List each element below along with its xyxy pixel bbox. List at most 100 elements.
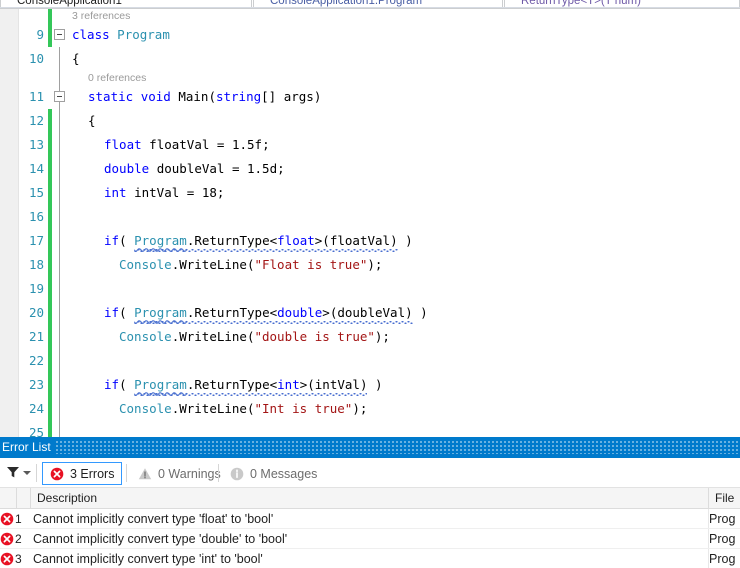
- warning-icon: [138, 467, 152, 481]
- line-number: 13: [28, 137, 44, 152]
- code-text: if( Program.ReturnType<float>(floatVal) …: [104, 229, 413, 253]
- change-bar: [48, 133, 52, 157]
- outline-guide: [59, 133, 60, 157]
- table-row[interactable]: 3 Cannot implicitly convert type 'int' t…: [0, 549, 740, 568]
- code-text: double doubleVal = 1.5d;: [104, 161, 285, 176]
- column-header-number[interactable]: [17, 488, 31, 509]
- warnings-filter-button[interactable]: 0 Warnings: [131, 462, 228, 485]
- error-list-toolbar: 3 Errors 0 Warnings 0 Messages: [0, 458, 740, 488]
- change-bar: [48, 85, 52, 109]
- table-row[interactable]: 1 Cannot implicitly convert type 'float'…: [0, 509, 740, 529]
- error-icon: [0, 512, 14, 526]
- codelens-main-references[interactable]: 0 references: [88, 71, 146, 85]
- line-number: 22: [28, 353, 44, 368]
- outline-guide: [59, 47, 60, 71]
- line-number: 23: [28, 377, 44, 392]
- code-line[interactable]: 14 double doubleVal = 1.5d;: [0, 157, 740, 181]
- line-number: 16: [28, 209, 44, 224]
- code-line[interactable]: 23 if( Program.ReturnType<int>(intVal) ): [0, 373, 740, 397]
- outline-guide: [59, 71, 60, 85]
- filter-dropdown-arrow-icon[interactable]: [23, 471, 31, 475]
- code-line[interactable]: 13 float floatVal = 1.5f;: [0, 133, 740, 157]
- codelens-class-references[interactable]: 3 references: [72, 9, 130, 23]
- visual-studio-window: ConsoleApplication1 ConsoleApplication1.…: [0, 0, 740, 568]
- outline-guide: [59, 397, 60, 421]
- panel-drag-grip[interactable]: [56, 441, 738, 454]
- messages-filter-button[interactable]: 0 Messages: [223, 462, 324, 485]
- code-text: static void Main(string[] args): [88, 89, 322, 104]
- code-line[interactable]: 12 {: [0, 109, 740, 133]
- line-number: 19: [28, 281, 44, 296]
- line-number: 17: [28, 233, 44, 248]
- line-number: 18: [28, 257, 44, 272]
- change-bar: [48, 397, 52, 421]
- table-row[interactable]: 2 Cannot implicitly convert type 'double…: [0, 529, 740, 549]
- code-line[interactable]: 25: [0, 421, 740, 437]
- error-row-description: Cannot implicitly convert type 'int' to …: [33, 552, 263, 566]
- outline-guide: [59, 205, 60, 229]
- change-bar: [48, 181, 52, 205]
- change-bar: [48, 253, 52, 277]
- code-line[interactable]: 22: [0, 349, 740, 373]
- code-text: if( Program.ReturnType<double>(doubleVal…: [104, 301, 428, 325]
- column-header-description[interactable]: Description: [31, 488, 709, 509]
- change-bar: [48, 157, 52, 181]
- errors-filter-button[interactable]: 3 Errors: [42, 462, 123, 485]
- error-row-description: Cannot implicitly convert type 'double' …: [33, 532, 288, 546]
- code-text: float floatVal = 1.5f;: [104, 137, 270, 152]
- filter-icon[interactable]: [6, 465, 20, 479]
- error-row-description: Cannot implicitly convert type 'float' t…: [33, 512, 274, 526]
- code-line[interactable]: 10 {: [0, 47, 740, 71]
- outline-guide: [59, 229, 60, 253]
- toolbar-separator: [36, 464, 37, 482]
- outline-guide: [59, 253, 60, 277]
- code-text: {: [88, 113, 96, 128]
- change-bar: [48, 373, 52, 397]
- change-bar: [48, 9, 52, 23]
- error-row-file: Prog: [709, 532, 736, 546]
- change-bar: [48, 349, 52, 373]
- code-line[interactable]: 17 if( Program.ReturnType<float>(floatVa…: [0, 229, 740, 253]
- project-icon: [5, 0, 14, 5]
- column-header-icon[interactable]: [0, 488, 17, 509]
- change-bar: [48, 229, 52, 253]
- code-text: Console.WriteLine("double is true");: [119, 329, 390, 344]
- column-header-file[interactable]: File: [709, 488, 740, 509]
- code-editor[interactable]: 3 references 9 class Program 10 {0 refe…: [0, 9, 740, 437]
- line-number: 12: [28, 113, 44, 128]
- outline-guide: [59, 9, 60, 23]
- code-line[interactable]: 16: [0, 205, 740, 229]
- code-line[interactable]: 24 Console.WriteLine("Int is true");: [0, 397, 740, 421]
- error-list-title-bar[interactable]: Error List: [0, 437, 740, 458]
- line-number: 11: [28, 89, 44, 104]
- line-number: 24: [28, 401, 44, 416]
- navbar-member-label: ReturnType<T>(T num): [521, 0, 641, 7]
- error-icon: [50, 467, 64, 481]
- error-list-title: Error List: [2, 440, 51, 454]
- code-line[interactable]: 19: [0, 277, 740, 301]
- navbar-class-label: ConsoleApplication1.Program: [270, 0, 423, 7]
- line-number: 9: [36, 27, 44, 42]
- code-line[interactable]: 9 class Program: [0, 23, 740, 47]
- method-icon: [509, 0, 518, 5]
- error-row-file: Prog: [709, 512, 736, 526]
- code-line[interactable]: 11 static void Main(string[] args): [0, 85, 740, 109]
- class-icon: [258, 0, 267, 5]
- outline-guide: [59, 373, 60, 397]
- error-icon: [0, 532, 14, 546]
- code-line[interactable]: 15 int intVal = 18;: [0, 181, 740, 205]
- codelens-row: 3 references: [0, 9, 740, 23]
- change-bar: [48, 71, 52, 85]
- code-line[interactable]: 18 Console.WriteLine("Float is true");: [0, 253, 740, 277]
- error-row-number: 1: [15, 512, 22, 526]
- change-bar: [48, 277, 52, 301]
- toolbar-separator: [126, 464, 127, 482]
- code-line[interactable]: 20 if( Program.ReturnType<double>(double…: [0, 301, 740, 325]
- change-bar: [48, 205, 52, 229]
- change-bar: [48, 23, 52, 47]
- collapse-toggle-icon[interactable]: [54, 91, 65, 102]
- outline-guide: [59, 109, 60, 133]
- code-lines-container: 3 references 9 class Program 10 {0 refe…: [0, 9, 740, 437]
- code-line[interactable]: 21 Console.WriteLine("double is true");: [0, 325, 740, 349]
- collapse-toggle-icon[interactable]: [54, 29, 65, 40]
